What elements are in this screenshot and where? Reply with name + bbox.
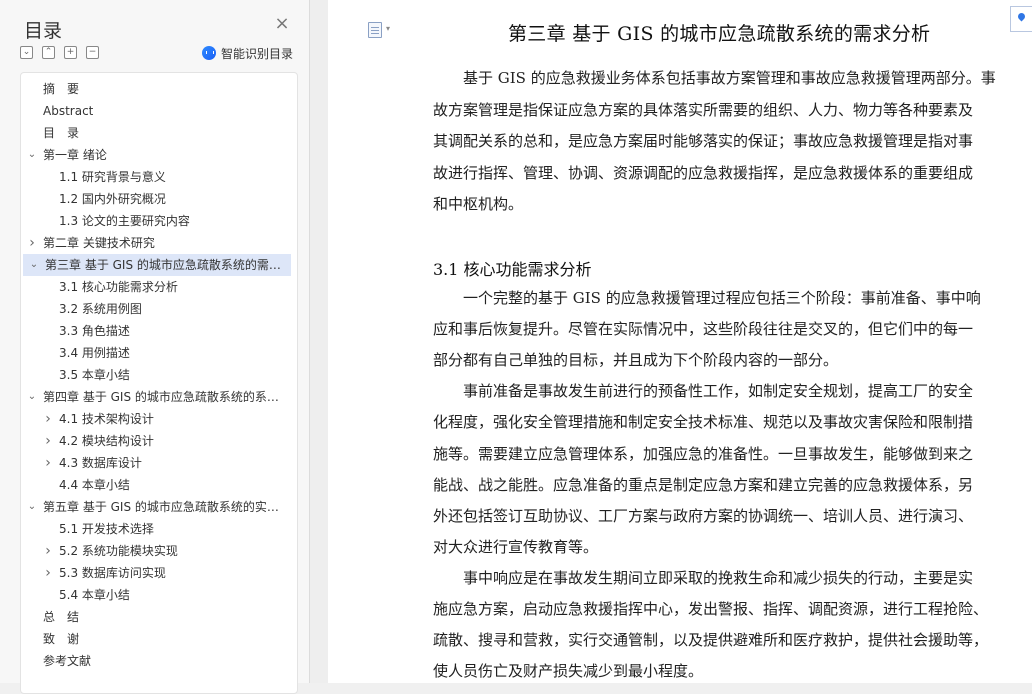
- toc-item[interactable]: 致 谢: [21, 628, 291, 650]
- toc-item[interactable]: 4.4 本章小结: [21, 474, 291, 496]
- text-line: 施应急方案，启动应急救援指挥中心，发出警报、指挥、调配资源，进行工程抢险、: [433, 600, 989, 618]
- chevron-right-icon[interactable]: ›: [27, 232, 37, 254]
- add-level-icon[interactable]: +: [64, 46, 77, 59]
- text-line: 故方案管理是指保证应急方案的具体落实所需要的组织、人力、物力等各种要素及: [433, 100, 974, 119]
- toc-item-label: 第五章 基于 GIS 的城市应急疏散系统的实现与测试: [43, 500, 285, 514]
- toc-item[interactable]: ⌄ 第一章 绪论: [21, 144, 291, 166]
- toc-item-label: 第一章 绪论: [43, 148, 107, 162]
- toc-item-label: 1.3 论文的主要研究内容: [59, 214, 190, 228]
- toc-item[interactable]: 3.4 用例描述: [21, 342, 291, 364]
- ai-assistant-icon: [202, 46, 216, 60]
- toc-item-label: 目 录: [43, 126, 80, 140]
- chevron-down-icon[interactable]: ⌄: [29, 254, 39, 276]
- toc-item-label: 致 谢: [43, 632, 80, 646]
- toc-item[interactable]: › 第二章 关键技术研究: [21, 232, 291, 254]
- toc-item[interactable]: 1.1 研究背景与意义: [21, 166, 291, 188]
- chevron-right-icon[interactable]: ›: [43, 452, 53, 474]
- toc-item[interactable]: 1.3 论文的主要研究内容: [21, 210, 291, 232]
- text-line: 事中响应是在事故发生期间立即采取的挽救生命和减少损失的行动，主要是实: [463, 568, 974, 587]
- section-heading: 3.1 核心功能需求分析: [433, 260, 592, 279]
- chevron-down-icon[interactable]: ⌄: [27, 496, 37, 518]
- toc-item[interactable]: 目 录: [21, 122, 291, 144]
- toc-item[interactable]: 3.1 核心功能需求分析: [21, 276, 291, 298]
- toc-item[interactable]: 5.1 开发技术选择: [21, 518, 291, 540]
- toc-item-label: 4.2 模块结构设计: [59, 434, 154, 448]
- toc-item[interactable]: ⌄ 第四章 基于 GIS 的城市应急疏散系统的系统设计: [21, 386, 291, 408]
- text-line: 能战、战之能胜。应急准备的重点是制定应急方案和建立完善的应急救援体系，另: [433, 475, 974, 494]
- outline-panel: 目录 × ⌄ ⌃ + − 智能识别目录 摘 要 Abstract 目 录 ⌄ 第一章 绪…: [0, 0, 310, 694]
- smart-toc-label: 智能识别目录: [221, 46, 294, 61]
- toc-item-label: 第三章 基于 GIS 的城市应急疏散系统的需求分析: [45, 258, 287, 272]
- toc-item-label: 3.1 核心功能需求分析: [59, 280, 178, 294]
- text-line: 基于 GIS 的应急救援业务体系包括事故方案管理和事故应急救援管理两部分。事: [463, 69, 996, 87]
- toc-item-label: 1.2 国内外研究概况: [59, 192, 166, 206]
- outline-title: 目录: [24, 20, 63, 42]
- toc-item-label: 4.3 数据库设计: [59, 456, 142, 470]
- chapter-heading: 第三章 基于 GIS 的城市应急疏散系统的需求分析: [508, 23, 931, 45]
- document-icon[interactable]: [368, 22, 382, 38]
- toc-item-label: 总 结: [43, 610, 80, 624]
- toc-item-label: 5.2 系统功能模块实现: [59, 544, 178, 558]
- toc-item-label: 第四章 基于 GIS 的城市应急疏散系统的系统设计: [43, 390, 285, 404]
- expand-all-icon[interactable]: ⌃: [42, 46, 55, 59]
- text-line: 化程度，强化安全管理措施和制定安全技术标准、规范以及事故灾害保险和限制措: [433, 413, 974, 432]
- toc-item[interactable]: 3.5 本章小结: [21, 364, 291, 386]
- toc-item[interactable]: › 4.1 技术架构设计: [21, 408, 291, 430]
- text-line: 一个完整的基于 GIS 的应急救援管理过程应包括三个阶段：事前准备、事中响: [463, 289, 981, 307]
- remove-level-icon[interactable]: −: [86, 46, 99, 59]
- smart-toc-button[interactable]: 智能识别目录: [202, 44, 293, 62]
- collapse-all-icon[interactable]: ⌄: [20, 46, 33, 59]
- toc-item[interactable]: › 5.2 系统功能模块实现: [21, 540, 291, 562]
- toc-item[interactable]: ⌄ 第三章 基于 GIS 的城市应急疏散系统的需求分析: [23, 254, 291, 276]
- toc-item[interactable]: › 4.3 数据库设计: [21, 452, 291, 474]
- toc-item[interactable]: › 4.2 模块结构设计: [21, 430, 291, 452]
- toc-list: 摘 要 Abstract 目 录 ⌄ 第一章 绪论 1.1 研究背景与意义 1.2 国内外研…: [20, 72, 298, 694]
- toc-item-label: 5.3 数据库访问实现: [59, 566, 166, 580]
- chevron-down-icon[interactable]: ⌄: [27, 386, 37, 408]
- text-line: 事前准备是事故发生前进行的预备性工作，如制定安全规划，提高工厂的安全: [463, 382, 974, 401]
- toc-item[interactable]: Abstract: [21, 100, 291, 122]
- text-line: 部分都有自己单独的目标，并且成为下个阶段内容的一部分。: [433, 351, 839, 370]
- toc-item[interactable]: 总 结: [21, 606, 291, 628]
- chevron-right-icon[interactable]: ›: [43, 562, 53, 584]
- toc-item-label: 3.3 角色描述: [59, 324, 130, 338]
- toc-item-label: 3.4 用例描述: [59, 346, 130, 360]
- toc-item-label: 4.1 技术架构设计: [59, 412, 154, 426]
- toc-item[interactable]: 3.2 系统用例图: [21, 298, 291, 320]
- toc-item-label: 5.1 开发技术选择: [59, 522, 154, 536]
- chevron-right-icon[interactable]: ›: [43, 430, 53, 452]
- chevron-right-icon[interactable]: ›: [43, 408, 53, 430]
- text-line: 对大众进行宣传教育等。: [433, 537, 599, 556]
- toc-item[interactable]: ⌄ 第五章 基于 GIS 的城市应急疏散系统的实现与测试: [21, 496, 291, 518]
- toc-item[interactable]: 摘 要: [21, 78, 291, 100]
- text-line: 施等。需要建立应急管理体系，加强应急的准备性。一旦事故发生，能够做到来之: [433, 444, 974, 463]
- close-icon[interactable]: ×: [274, 15, 290, 33]
- text-line: 和中枢机构。: [433, 195, 524, 213]
- chevron-right-icon[interactable]: ›: [43, 540, 53, 562]
- toc-item-label: Abstract: [43, 104, 94, 118]
- toc-item-label: 5.4 本章小结: [59, 588, 130, 602]
- toc-item-label: 3.2 系统用例图: [59, 302, 142, 316]
- text-line: 其调配关系的总和，是应急方案届时能够落实的保证；事故应急救援管理是指对事: [433, 132, 974, 150]
- toc-item[interactable]: 3.3 角色描述: [21, 320, 291, 342]
- text-line: 故进行指挥、管理、协调、资源调配的应急救援指挥，是应急救援体系的重要组成: [433, 163, 974, 182]
- text-line: 使人员伤亡及财产损失减少到最小程度。: [433, 662, 704, 681]
- toc-item-label: 摘 要: [43, 82, 80, 96]
- toc-item-label: 参考文献: [43, 654, 92, 668]
- toc-item-label: 3.5 本章小结: [59, 368, 130, 382]
- chevron-down-icon[interactable]: ⌄: [27, 144, 37, 166]
- location-marker-icon[interactable]: [1010, 6, 1032, 32]
- toc-item[interactable]: 5.4 本章小结: [21, 584, 291, 606]
- text-line: 疏散、搜寻和营救，实行交通管制，以及提供避难所和医疗救护，提供社会援助等，: [433, 631, 989, 650]
- text-line: 应和事后恢复提升。尽管在实际情况中，这些阶段往往是交叉的，但它们中的每一: [433, 320, 974, 339]
- toc-item-label: 第二章 关键技术研究: [43, 236, 155, 250]
- toc-item[interactable]: 1.2 国内外研究概况: [21, 188, 291, 210]
- toc-item-label: 4.4 本章小结: [59, 478, 130, 492]
- chevron-down-icon[interactable]: ▾: [386, 24, 390, 33]
- toc-item[interactable]: › 5.3 数据库访问实现: [21, 562, 291, 584]
- toc-item-label: 1.1 研究背景与意义: [59, 170, 166, 184]
- toc-item[interactable]: 参考文献: [21, 650, 291, 672]
- text-line: 外还包括签订互助协议、工厂方案与政府方案的协调统一、培训人员、进行演习、: [433, 506, 974, 525]
